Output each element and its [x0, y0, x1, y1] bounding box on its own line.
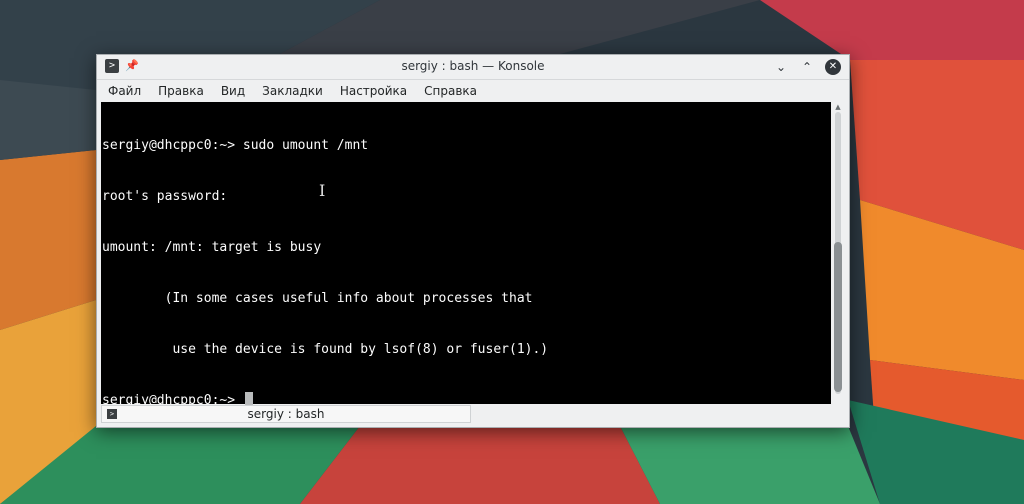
tab-sergiy-bash[interactable]: > sergiy : bash [101, 405, 471, 423]
scroll-thumb[interactable] [834, 242, 842, 392]
terminal-scrollbar[interactable]: ▲ [831, 102, 845, 404]
close-button[interactable]: ✕ [825, 59, 841, 75]
window-title: sergiy : bash — Konsole [401, 59, 545, 73]
menu-bookmarks[interactable]: Закладки [252, 80, 330, 102]
terminal-line: (In some cases useful info about process… [102, 291, 533, 306]
menu-view[interactable]: Вид [211, 80, 252, 102]
close-icon: ✕ [828, 61, 838, 72]
title-bar[interactable]: > 📌 sergiy : bash — Konsole ⌄ ⌃ ✕ [97, 55, 849, 80]
menu-bar: Файл Правка Вид Закладки Настройка Справ… [97, 80, 849, 102]
ibeam-cursor-icon: I [319, 181, 326, 200]
chevron-down-icon: ⌄ [775, 60, 787, 74]
chevron-up-icon: ⌃ [801, 60, 813, 74]
menu-file[interactable]: Файл [97, 80, 148, 102]
menu-settings[interactable]: Настройка [330, 80, 414, 102]
menu-edit[interactable]: Правка [148, 80, 211, 102]
terminal-line: sergiy@dhcppc0:~> sudo umount /mnt [102, 138, 369, 153]
scroll-up-icon[interactable]: ▲ [834, 103, 842, 111]
terminal-line: use the device is found by lsof(8) or fu… [102, 342, 549, 357]
terminal-line: umount: /mnt: target is busy [102, 240, 322, 255]
tab-bar: > sergiy : bash [101, 405, 845, 425]
minimize-button[interactable]: ⌄ [773, 59, 789, 75]
tab-label: sergiy : bash [247, 407, 325, 421]
terminal-output[interactable]: sergiy@dhcppc0:~> sudo umount /mnt root'… [101, 102, 831, 408]
menu-help[interactable]: Справка [414, 80, 484, 102]
terminal-line: root's password: [102, 189, 228, 204]
maximize-button[interactable]: ⌃ [799, 59, 815, 75]
konsole-window: > 📌 sergiy : bash — Konsole ⌄ ⌃ ✕ Файл П… [96, 54, 850, 428]
